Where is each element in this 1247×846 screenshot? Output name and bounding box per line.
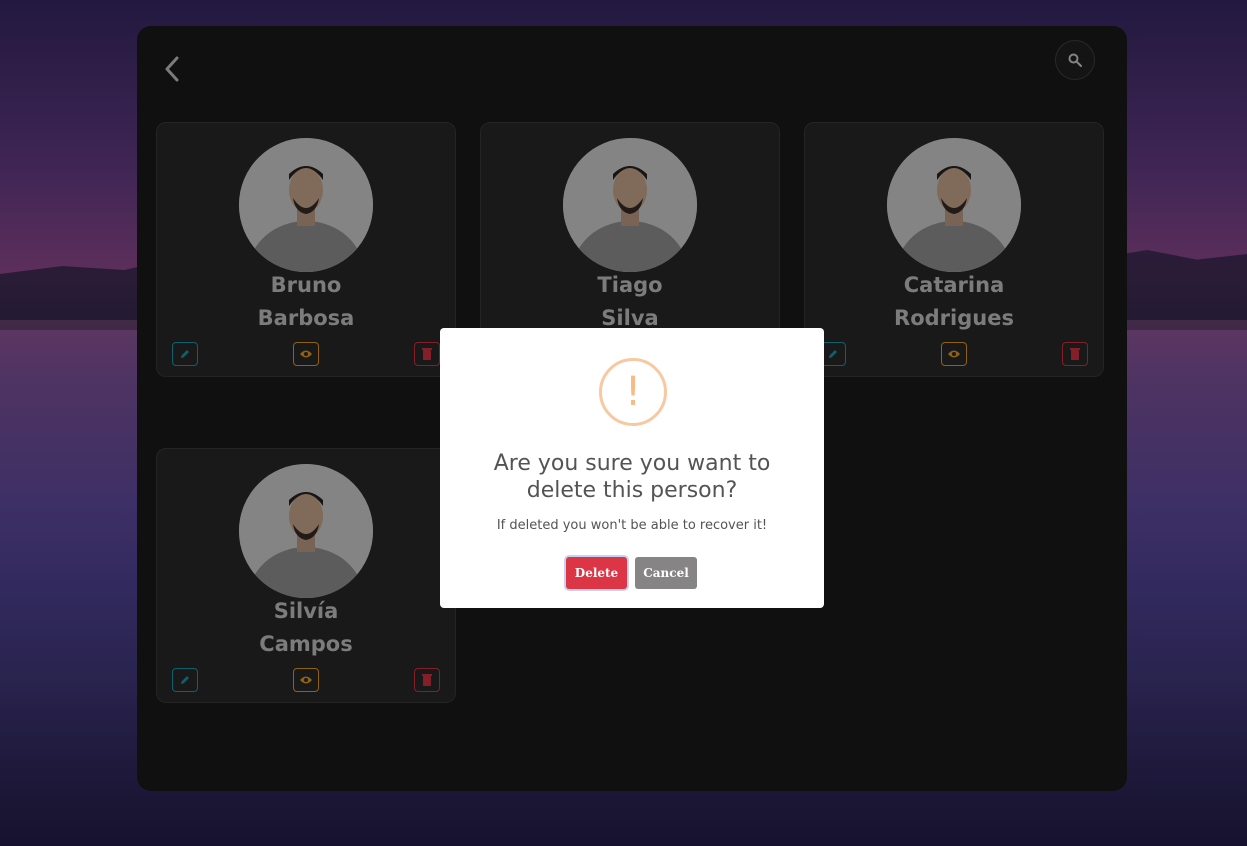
- warning-icon: !: [599, 358, 667, 426]
- dialog-message: If deleted you won't be able to recover …: [496, 518, 768, 533]
- cancel-button[interactable]: Cancel: [635, 557, 697, 589]
- delete-confirmation-dialog: ! Are you sure you want to delete this p…: [440, 328, 824, 608]
- confirm-delete-button[interactable]: Delete: [566, 557, 627, 589]
- dialog-title: Are you sure you want to delete this per…: [493, 451, 771, 503]
